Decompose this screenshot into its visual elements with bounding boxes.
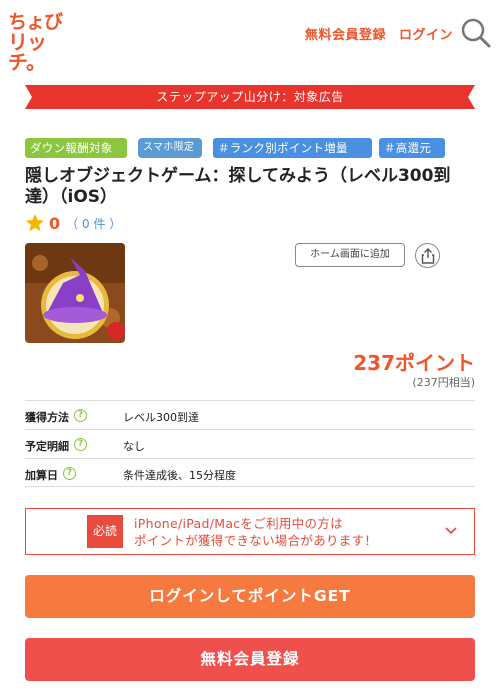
points-block: 237ポイント (237円相当) xyxy=(250,350,475,390)
review-count-link[interactable]: （ 0 件 ） xyxy=(66,215,121,232)
ad-title: 隠しオブジェクトゲーム：探してみよう（レベル300到達）（iOS） xyxy=(25,166,451,207)
tag-rank-bonus[interactable]: ＃ランク別ポイント増量 xyxy=(213,138,372,158)
site-logo[interactable]: ちょび リッチ。 xyxy=(8,12,72,72)
login-get-points-button[interactable]: ログインしてポイントGET xyxy=(25,575,475,618)
info-row-schedule: 予定明細 ? なし xyxy=(25,429,475,458)
tag-smartphone-only: スマホ限定 xyxy=(138,138,202,158)
must-read-notice[interactable]: 必読 iPhone/iPad/Macをご利用中の方は ポイントが獲得できない場合… xyxy=(25,508,475,555)
site-header: ちょび リッチ。 無料会員登録 ログイン xyxy=(0,0,500,72)
notice-line-2: ポイントが獲得できない場合があります！ xyxy=(134,533,378,548)
register-button[interactable]: 無料会員登録 xyxy=(25,638,475,681)
search-icon[interactable] xyxy=(460,17,492,49)
star-icon xyxy=(26,214,44,232)
add-to-home-button[interactable]: ホーム画面に追加 xyxy=(295,243,405,267)
campaign-banner[interactable]: ステップアップ山分け：対象広告 xyxy=(25,85,475,109)
info-label: 獲得方法 xyxy=(25,411,69,424)
share-icon xyxy=(421,248,435,264)
rating-value: 0 xyxy=(49,213,61,233)
info-label: 予定明細 xyxy=(25,440,69,453)
chevron-down-icon xyxy=(445,527,457,535)
banner-text: ステップアップ山分け：対象広告 xyxy=(156,90,344,104)
logo-text-line2: リッチ。 xyxy=(8,30,47,74)
info-value: 条件達成後、15分程度 xyxy=(123,469,236,482)
witch-hat-app-icon xyxy=(25,243,125,343)
notice-line-1: iPhone/iPad/Macをご利用中の方は xyxy=(134,516,343,531)
tag-high-return[interactable]: ＃高還元 xyxy=(379,138,445,158)
points-yen-equivalent: (237円相当) xyxy=(412,376,475,389)
tag-down-reward: ダウン報酬対象 xyxy=(25,138,127,158)
must-read-badge: 必読 xyxy=(87,515,123,548)
info-row-credit-date: 加算日 ? 条件達成後、15分程度 xyxy=(25,458,475,487)
rating: 0 （ 0 件 ） xyxy=(25,212,121,234)
help-icon[interactable]: ? xyxy=(74,438,87,451)
header-register-link[interactable]: 無料会員登録 xyxy=(305,24,386,43)
info-value: なし xyxy=(123,440,145,453)
info-row-method: 獲得方法 ? レベル300到達 xyxy=(25,400,475,429)
header-login-link[interactable]: ログイン xyxy=(399,24,453,43)
info-table: 獲得方法 ? レベル300到達 予定明細 ? なし 加算日 ? 条件達成後、15… xyxy=(25,400,475,487)
share-button[interactable] xyxy=(415,243,440,268)
help-icon[interactable]: ? xyxy=(74,409,87,422)
info-label: 加算日 xyxy=(25,469,58,482)
info-value: レベル300到達 xyxy=(123,411,199,424)
points-value: 237ポイント xyxy=(353,351,475,375)
help-icon[interactable]: ? xyxy=(63,467,76,480)
notice-text: iPhone/iPad/Macをご利用中の方は ポイントが獲得できない場合があり… xyxy=(134,515,377,549)
